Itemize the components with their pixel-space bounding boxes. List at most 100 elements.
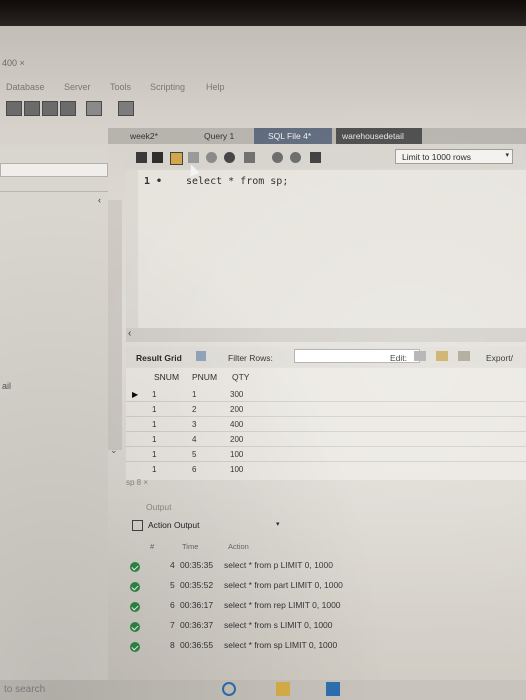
autocommit-icon[interactable] <box>310 152 321 163</box>
table-cell[interactable]: 200 <box>230 405 243 414</box>
navigator-panel: ‹ ail ⌄ <box>0 145 118 685</box>
edit-row-icon[interactable] <box>414 351 426 361</box>
table-cell[interactable]: 200 <box>230 435 243 444</box>
open-file-icon[interactable] <box>136 152 147 163</box>
output-num: 6 <box>170 600 175 610</box>
tab-sql-file-4[interactable]: SQL File 4* <box>254 128 332 144</box>
table-cell[interactable]: 1 <box>152 450 156 459</box>
output-row[interactable]: 8 00:36:55 select * from sp LIMIT 0, 100… <box>130 640 526 658</box>
navigator-scrollbar[interactable] <box>108 200 122 450</box>
save-file-icon[interactable] <box>152 152 163 163</box>
table-cell[interactable]: 1 <box>192 390 196 399</box>
row-divider <box>126 431 526 432</box>
store-icon[interactable] <box>326 682 340 696</box>
row-divider <box>126 401 526 402</box>
output-row[interactable]: 7 00:36:37 select * from s LIMIT 0, 1000 <box>130 620 526 638</box>
file-explorer-icon[interactable] <box>276 682 290 696</box>
table-cell[interactable]: 400 <box>230 420 243 429</box>
column-header-pnum[interactable]: PNUM <box>192 372 217 382</box>
table-icon[interactable] <box>86 101 102 116</box>
save-sql-icon[interactable] <box>42 101 58 116</box>
chevron-down-icon[interactable]: ▾ <box>276 520 280 528</box>
monitor-screen: 400 × Database Server Tools Scripting He… <box>0 0 526 700</box>
output-row[interactable]: 6 00:36:17 select * from rep LIMIT 0, 10… <box>130 600 526 618</box>
output-time: 00:35:52 <box>180 580 214 590</box>
table-cell[interactable]: 100 <box>230 465 243 474</box>
grid-view-icon[interactable] <box>196 351 206 361</box>
export-label[interactable]: Export/ <box>486 353 513 363</box>
result-grid-label[interactable]: Result Grid <box>136 353 182 363</box>
row-divider <box>126 446 526 447</box>
tab-week2[interactable]: week2* <box>124 128 184 144</box>
rollback-icon[interactable] <box>290 152 301 163</box>
success-check-icon <box>130 562 140 572</box>
column-header-snum[interactable]: SNUM <box>154 372 179 382</box>
table-cell[interactable]: 5 <box>192 450 196 459</box>
filter-rows-label: Filter Rows: <box>228 353 273 363</box>
new-connection-icon[interactable] <box>6 101 22 116</box>
table-cell[interactable]: 6 <box>192 465 196 474</box>
query-tab-strip: week2* Query 1 SQL File 4* warehousedeta… <box>108 128 526 144</box>
collapse-chevron-icon[interactable]: ‹ <box>98 195 101 205</box>
current-row-arrow-icon: ▶ <box>132 390 139 399</box>
output-panel-title: Output <box>146 502 172 512</box>
table-cell[interactable]: 1 <box>152 465 156 474</box>
tab-query-1[interactable]: Query 1 <box>188 128 254 144</box>
limit-rows-select[interactable]: Limit to 1000 rows ▾ <box>395 149 513 164</box>
sql-code-line[interactable]: select * from sp; <box>186 176 288 187</box>
commit-icon[interactable] <box>272 152 283 163</box>
menu-help[interactable]: Help <box>206 82 225 92</box>
output-type-icon <box>132 520 143 531</box>
menu-bar: Database Server Tools Scripting Help <box>0 80 526 96</box>
output-time: 00:36:37 <box>180 620 214 630</box>
main-toolbar <box>0 98 526 120</box>
output-type-label: Action Output <box>148 520 200 530</box>
add-row-icon[interactable] <box>436 351 448 361</box>
scroll-left-icon[interactable]: ‹ <box>128 328 131 339</box>
column-header-qty[interactable]: QTY <box>232 372 249 382</box>
row-divider <box>126 461 526 462</box>
menu-scripting[interactable]: Scripting <box>150 82 185 92</box>
toggle-continue-icon[interactable] <box>244 152 255 163</box>
explain-icon[interactable] <box>206 152 217 163</box>
divider <box>0 191 108 192</box>
window-tab-label: 400 × <box>2 58 25 68</box>
taskbar-search-box[interactable]: to search <box>4 684 45 695</box>
table-cell[interactable]: 1 <box>152 405 156 414</box>
table-cell[interactable]: 2 <box>192 405 196 414</box>
reconnect-icon[interactable] <box>118 101 134 116</box>
output-time: 00:36:17 <box>180 600 214 610</box>
output-action: select * from rep LIMIT 0, 1000 <box>224 600 341 610</box>
monitor-bezel <box>0 0 526 26</box>
table-cell[interactable]: 1 <box>152 420 156 429</box>
menu-server[interactable]: Server <box>64 82 91 92</box>
menu-tools[interactable]: Tools <box>110 82 131 92</box>
stop-icon[interactable] <box>224 152 235 163</box>
output-action: select * from sp LIMIT 0, 1000 <box>224 640 338 650</box>
result-tab-sp[interactable]: sp 8 × <box>126 478 148 487</box>
delete-row-icon[interactable] <box>458 351 470 361</box>
output-selector[interactable]: Action Output ▾ <box>130 518 526 534</box>
execute-icon[interactable] <box>170 152 183 165</box>
edge-browser-icon[interactable] <box>222 682 236 696</box>
output-row[interactable]: 4 00:35:35 select * from p LIMIT 0, 1000 <box>130 560 526 578</box>
editor-horizontal-scrollbar[interactable]: ‹ <box>126 328 526 342</box>
editor-gutter <box>126 170 138 328</box>
output-time: 00:36:55 <box>180 640 214 650</box>
menu-database[interactable]: Database <box>6 82 45 92</box>
result-grid[interactable]: SNUM PNUM QTY ▶ 1 1 300 1 2 200 1 3 400 … <box>126 368 526 480</box>
table-cell[interactable]: 3 <box>192 420 196 429</box>
output-num: 4 <box>170 560 175 570</box>
table-cell[interactable]: 1 <box>152 390 156 399</box>
table-cell[interactable]: 300 <box>230 390 243 399</box>
open-sql-icon[interactable] <box>24 101 40 116</box>
table-cell[interactable]: 1 <box>152 435 156 444</box>
table-cell[interactable]: 100 <box>230 450 243 459</box>
tab-warehousedetail[interactable]: warehousedetail <box>336 128 422 144</box>
sql-editor[interactable]: 1 • select * from sp; <box>126 162 526 328</box>
navigator-search-field[interactable] <box>0 163 108 177</box>
execute-current-icon[interactable] <box>188 152 199 163</box>
table-cell[interactable]: 4 <box>192 435 196 444</box>
inspector-icon[interactable] <box>60 101 76 116</box>
output-row[interactable]: 5 00:35:52 select * from part LIMIT 0, 1… <box>130 580 526 598</box>
